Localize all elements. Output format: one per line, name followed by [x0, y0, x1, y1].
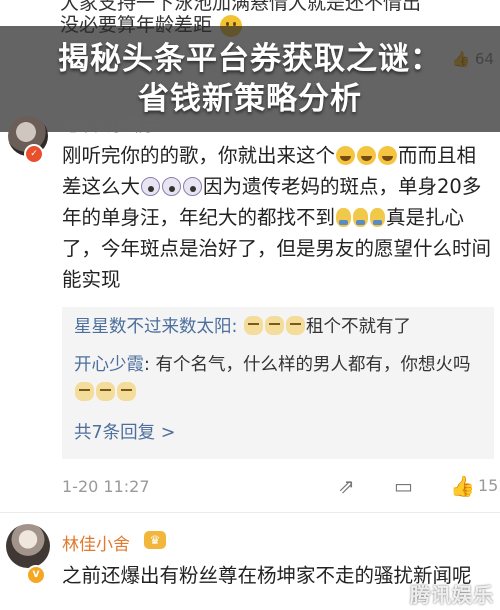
- more-replies-link[interactable]: 共7条回复 >: [74, 419, 175, 447]
- comment-text: 刚听完你的的歌，你就出来这个 而而且相差这么大 因为遗传老妈的斑点，单身20多年的单…: [62, 144, 492, 291]
- divider: [0, 512, 500, 513]
- reply-item[interactable]: 星星数不过来数太阳: 租个不就有了: [74, 313, 484, 341]
- comment-reply-icon[interactable]: ▭: [394, 474, 413, 498]
- reply-text: 有个名气，什么样的男人都有，你想火吗: [155, 355, 471, 375]
- reply-item[interactable]: 开心少霞: 有个名气，什么样的男人都有，你想火吗: [74, 351, 484, 407]
- cat-emoji-icon: [96, 382, 115, 401]
- reply-username[interactable]: 星星数不过来数太阳: [74, 317, 232, 337]
- shocked-emoji-icon: [162, 177, 182, 196]
- more-replies-text[interactable]: 共7条回复: [74, 423, 155, 443]
- share-icon[interactable]: ⇗: [338, 474, 355, 498]
- reply-separator: :: [231, 317, 243, 337]
- banner-title-line2: 省钱新策略分析: [138, 81, 362, 117]
- cat-emoji-icon: [117, 382, 136, 401]
- crying-emoji-icon: [336, 208, 352, 227]
- thumbs-up-icon[interactable]: 👍: [450, 474, 475, 498]
- shocked-emoji-icon: [141, 177, 161, 196]
- cat-emoji-icon: [243, 316, 263, 335]
- shocked-emoji-icon: [183, 177, 203, 196]
- reply-username[interactable]: 开心少霞: [74, 355, 144, 375]
- member-crown-icon: ♛: [144, 531, 166, 549]
- verified-badge-icon: ✓: [24, 144, 44, 164]
- watermark: 腾讯娱乐: [410, 583, 494, 607]
- cat-emoji-icon: [264, 316, 284, 335]
- like-count: 15: [478, 476, 499, 495]
- vip-badge-icon: V: [26, 565, 46, 585]
- cat-emoji-icon: [285, 316, 305, 335]
- reply-text: 租个不就有了: [305, 317, 411, 337]
- crying-emoji-icon: [353, 208, 369, 227]
- replies-box[interactable]: 星星数不过来数太阳: 租个不就有了 开心少霞: 有个名气，什么样的男人都有，你想…: [62, 307, 494, 459]
- comment-timestamp: 1-20 11:27: [62, 477, 150, 496]
- laugh-cry-emoji-icon: [378, 146, 398, 165]
- cat-emoji-icon: [75, 382, 94, 401]
- reply-separator: :: [144, 355, 156, 375]
- laugh-cry-emoji-icon: [336, 146, 356, 165]
- banner-title-line1: 揭秘头条平台券获取之谜：: [58, 41, 442, 77]
- comment-text-part1: 刚听完你的的歌，你就出来这个: [62, 144, 336, 167]
- chevron-right-icon: >: [160, 423, 176, 443]
- comment-username[interactable]: 林佳小舍: [62, 530, 130, 555]
- avatar[interactable]: [6, 524, 50, 568]
- laugh-cry-emoji-icon: [357, 146, 377, 165]
- comment-username[interactable]: 毛丫头小璐子: [62, 112, 158, 136]
- crying-emoji-icon: [370, 208, 386, 227]
